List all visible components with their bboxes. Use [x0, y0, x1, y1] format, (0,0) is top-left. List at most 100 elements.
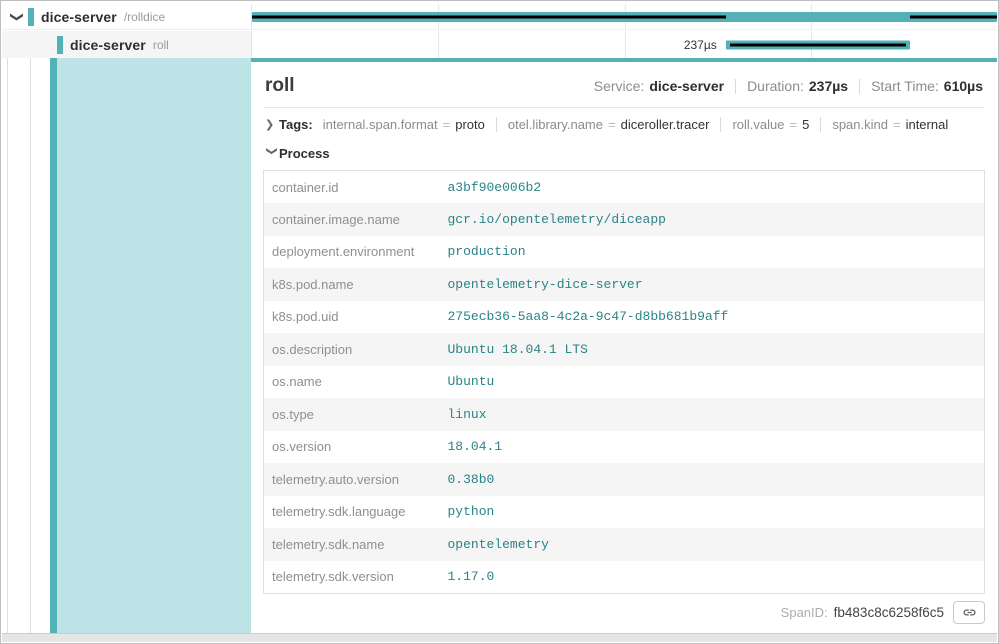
- process-key: os.description: [264, 333, 440, 366]
- tag-equals: =: [893, 117, 901, 132]
- span-timeline: [251, 4, 997, 29]
- chevron-down-icon[interactable]: ❯: [266, 147, 279, 161]
- process-value: opentelemetry: [440, 528, 985, 561]
- process-key: telemetry.sdk.name: [264, 528, 440, 561]
- process-table-row: os.type linux: [264, 398, 985, 431]
- chevron-right-icon[interactable]: ❯: [265, 118, 279, 131]
- meta-divider: [859, 79, 860, 94]
- service-name: dice-server: [41, 9, 117, 25]
- tag-item: span.kind = internal: [832, 117, 948, 132]
- process-value: 275ecb36-5aa8-4c2a-9c47-d8bb681b9aff: [440, 301, 985, 334]
- process-value: a3bf90e006b2: [440, 171, 985, 204]
- process-value: 1.17.0: [440, 561, 985, 594]
- process-key: k8s.pod.name: [264, 268, 440, 301]
- tree-indent-guide: [30, 58, 31, 633]
- meta-value: 237µs: [809, 78, 848, 94]
- critical-path-segment: [252, 15, 726, 18]
- jaeger-trace-view: ❯ dice-server /rolldice dice-server roll…: [0, 0, 999, 644]
- timeline-gridline: [625, 31, 626, 58]
- process-value: 18.04.1: [440, 431, 985, 464]
- tags-accordian[interactable]: ❯ Tags: internal.span.format = proto ote…: [263, 108, 985, 137]
- process-value: python: [440, 496, 985, 529]
- tags-summary-list: internal.span.format = proto otel.librar…: [323, 117, 949, 132]
- detail-highlight-fill: [57, 58, 251, 633]
- tag-key: roll.value: [732, 117, 784, 132]
- process-table-row: container.image.name gcr.io/opentelemetr…: [264, 203, 985, 236]
- process-value: linux: [440, 398, 985, 431]
- span-name-column[interactable]: ❯ dice-server /rolldice: [2, 4, 251, 29]
- process-accordian[interactable]: ❯ Process: [263, 137, 985, 166]
- link-icon: [962, 605, 977, 620]
- span-detail-header: roll Service: dice-server Duration: 237µ…: [263, 62, 985, 108]
- meta-label: Service:: [594, 78, 645, 94]
- critical-path-segment: [730, 43, 907, 46]
- service-name: dice-server: [70, 37, 146, 53]
- tag-divider: [496, 117, 497, 132]
- process-table-row: container.id a3bf90e006b2: [264, 171, 985, 204]
- process-value: 0.38b0: [440, 463, 985, 496]
- tag-equals: =: [790, 117, 798, 132]
- span-detail-title: roll: [265, 75, 295, 97]
- process-table-row: os.description Ubuntu 18.04.1 LTS: [264, 333, 985, 366]
- process-key: container.image.name: [264, 203, 440, 236]
- process-table-row: k8s.pod.uid 275ecb36-5aa8-4c2a-9c47-d8bb…: [264, 301, 985, 334]
- process-value: Ubuntu: [440, 366, 985, 399]
- process-value: Ubuntu 18.04.1 LTS: [440, 333, 985, 366]
- span-row-roll[interactable]: dice-server roll 237µs: [2, 31, 997, 58]
- operation-name: /rolldice: [124, 10, 165, 24]
- service-color-bar: [28, 8, 34, 26]
- deep-link-button[interactable]: [953, 601, 985, 624]
- spanid-label: SpanID:: [781, 605, 828, 620]
- tag-equals: =: [608, 117, 616, 132]
- process-value: gcr.io/opentelemetry/diceapp: [440, 203, 985, 236]
- tree-indent-guide: [7, 58, 8, 633]
- spanid-value: fb483c8c6258f6c5: [834, 605, 944, 620]
- span-timeline: 237µs: [251, 31, 997, 58]
- tag-value: proto: [455, 117, 485, 132]
- process-label: Process: [279, 146, 330, 161]
- tag-value: diceroller.tracer: [621, 117, 710, 132]
- process-key: telemetry.auto.version: [264, 463, 440, 496]
- process-key: os.version: [264, 431, 440, 464]
- timeline-gridline: [438, 31, 439, 58]
- process-key: k8s.pod.uid: [264, 301, 440, 334]
- process-table-row: telemetry.sdk.version 1.17.0: [264, 561, 985, 594]
- tags-label: Tags:: [279, 117, 313, 132]
- span-row-rolldice[interactable]: ❯ dice-server /rolldice: [2, 4, 997, 30]
- tag-value: 5: [802, 117, 809, 132]
- process-value: opentelemetry-dice-server: [440, 268, 985, 301]
- process-key: deployment.environment: [264, 236, 440, 269]
- chevron-down-icon[interactable]: ❯: [9, 11, 25, 23]
- meta-value: 610µs: [944, 78, 983, 94]
- process-table-row: telemetry.sdk.language python: [264, 496, 985, 529]
- process-table-row: telemetry.sdk.name opentelemetry: [264, 528, 985, 561]
- meta-label: Start Time:: [871, 78, 939, 94]
- span-detail-panel: roll Service: dice-server Duration: 237µ…: [251, 58, 997, 633]
- tag-item: roll.value = 5: [732, 117, 809, 132]
- span-detail-meta: Service: dice-server Duration: 237µs Sta…: [594, 78, 983, 94]
- operation-name: roll: [153, 38, 169, 52]
- tag-key: span.kind: [832, 117, 888, 132]
- page-bottom-strip: [2, 633, 997, 642]
- tag-item: otel.library.name = diceroller.tracer: [508, 117, 710, 132]
- detail-accent-bar: [50, 58, 57, 633]
- span-duration-label: 237µs: [684, 38, 717, 52]
- meta-divider: [735, 79, 736, 94]
- process-table-row: k8s.pod.name opentelemetry-dice-server: [264, 268, 985, 301]
- process-key: os.name: [264, 366, 440, 399]
- span-name-column[interactable]: dice-server roll: [2, 31, 251, 58]
- critical-path-segment: [910, 15, 997, 18]
- tag-key: internal.span.format: [323, 117, 438, 132]
- process-kv-table: container.id a3bf90e006b2 container.imag…: [263, 170, 985, 594]
- process-table-row: deployment.environment production: [264, 236, 985, 269]
- span-detail-footer: SpanID: fb483c8c6258f6c5: [263, 594, 985, 631]
- process-table-row: os.name Ubuntu: [264, 366, 985, 399]
- process-key: container.id: [264, 171, 440, 204]
- process-table-row: telemetry.auto.version 0.38b0: [264, 463, 985, 496]
- process-key: os.type: [264, 398, 440, 431]
- process-value: production: [440, 236, 985, 269]
- tag-divider: [820, 117, 821, 132]
- detail-row-gutter: [2, 58, 251, 633]
- service-color-bar: [57, 36, 63, 54]
- process-key: telemetry.sdk.language: [264, 496, 440, 529]
